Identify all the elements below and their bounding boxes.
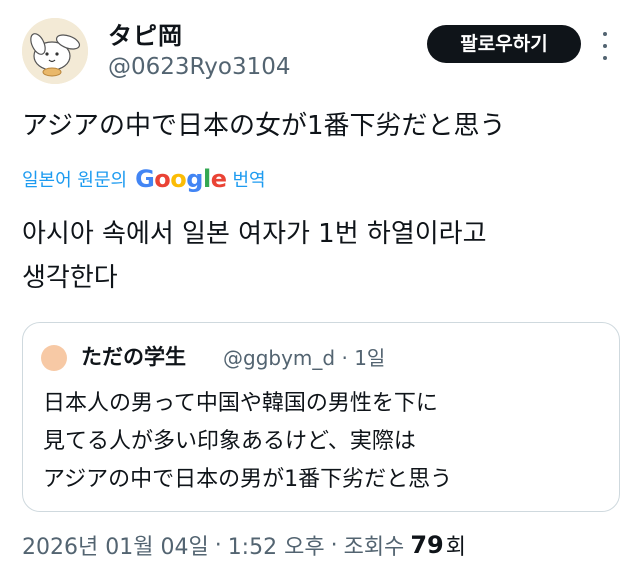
dot <box>603 44 607 48</box>
google-letter: g <box>186 165 203 193</box>
user-handle[interactable]: @0623Ryo3104 <box>108 54 290 80</box>
translated-line: 생각한다 <box>22 263 118 293</box>
views-label: 조회수 <box>343 535 405 560</box>
more-options-icon[interactable] <box>598 32 612 60</box>
translate-link[interactable]: 일본어 원문의 Google 번역 <box>22 164 266 194</box>
dot <box>603 56 607 60</box>
tweet-text: アジアの中で日本の女が1番下劣だと思う <box>22 111 506 141</box>
cartoon-dog-icon <box>22 18 88 84</box>
google-letter: l <box>202 165 211 193</box>
quote-avatar[interactable] <box>41 345 67 371</box>
google-logo: Google <box>135 165 227 193</box>
tweet-header: タピ岡 @0623Ryo3104 팔로우하기 <box>0 0 640 95</box>
avatar[interactable] <box>22 18 88 84</box>
footer-separator: · <box>214 532 222 558</box>
translated-text: 아시아 속에서 일본 여자가 1번 하열이라고 생각한다 <box>22 212 622 300</box>
follow-button[interactable]: 팔로우하기 <box>427 25 581 63</box>
tweet-footer: 2026년 01월 04일 · 1:52 오후 · 조회수 79 회 <box>22 525 466 565</box>
quote-display-name: ただの学生 <box>81 345 186 369</box>
translate-suffix: 번역 <box>232 170 266 191</box>
quote-line: 日本人の男って中国や韓国の男性を下に <box>43 391 438 416</box>
tweet-time[interactable]: 1:52 오후 <box>228 529 325 561</box>
translate-prefix: 일본어 원문의 <box>22 170 128 191</box>
views-unit: 회 <box>445 535 466 560</box>
views-count: 79 <box>410 531 444 559</box>
quote-text: 日本人の男って中国や韓国の男性を下に 見てる人が多い印象あるけど、実際は アジア… <box>43 385 452 499</box>
quoted-tweet[interactable]: ただの学生 @ggbym_d · 1일 日本人の男って中国や韓国の男性を下に 見… <box>22 322 620 512</box>
google-letter: o <box>154 165 171 193</box>
quote-meta: @ggbym_d · 1일 <box>223 342 385 371</box>
google-letter: e <box>210 165 227 193</box>
dot <box>603 32 607 36</box>
quote-line: 見てる人が多い印象あるけど、実際は <box>43 429 416 454</box>
tweet-date[interactable]: 2026년 01월 04일 <box>22 529 209 561</box>
display-name[interactable]: タピ岡 <box>108 16 183 51</box>
translated-line: 아시아 속에서 일본 여자가 1번 하열이라고 <box>22 219 487 249</box>
quote-separator: · <box>341 346 348 370</box>
google-letter: o <box>170 165 187 193</box>
quote-handle: @ggbym_d <box>223 346 336 370</box>
google-letter: G <box>135 165 155 193</box>
footer-separator: · <box>330 532 338 558</box>
quote-time: 1일 <box>354 346 386 370</box>
quote-line: アジアの中で日本の男が1番下劣だと思う <box>43 467 453 492</box>
